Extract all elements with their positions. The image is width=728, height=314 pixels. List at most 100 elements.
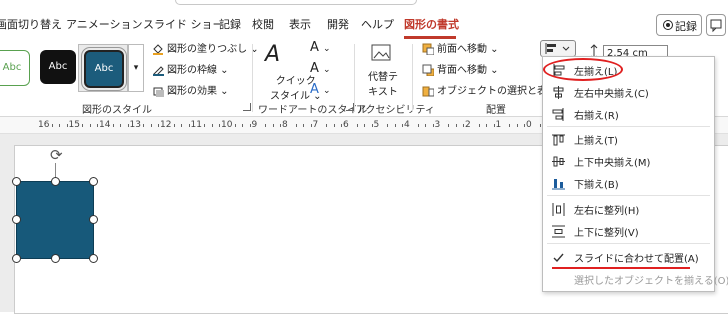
align-dropdown-menu: 左揃え(L) 左右中央揃え(C) 右揃え(R) 上揃え(T) 上下中央揃え(M)… [542, 56, 728, 292]
shape-outline-label: 図形の枠線 [167, 65, 217, 76]
menu-item-distribute-vertical[interactable]: 上下に整列(V) [543, 220, 714, 242]
bring-forward-label: 前面へ移動 [437, 44, 487, 55]
ruler-tick-label: 15 [68, 120, 80, 130]
shape-fill-label: 図形の塗りつぶし [167, 44, 248, 55]
comment-icon [710, 19, 722, 33]
ruler-minor-tick [394, 124, 396, 127]
shape-style-more-button[interactable]: ▾ [128, 44, 144, 92]
selection-pane-icon [422, 86, 434, 97]
ribbon-separator [412, 44, 413, 112]
wordart-launcher-icon[interactable] [346, 103, 354, 111]
ruler-minor-tick [516, 124, 518, 127]
menu-item-align-right[interactable]: 右揃え(R) [543, 103, 714, 125]
record-button-label: 記録 [675, 20, 697, 33]
menu-item-align-middle[interactable]: 上下中央揃え(M) [543, 150, 714, 172]
bring-forward-icon [422, 43, 434, 55]
comments-button[interactable] [706, 14, 726, 36]
shape-effects-label: 図形の効果 [167, 86, 217, 97]
tab-transitions[interactable]: 画面切り替え [0, 16, 62, 32]
tab-animations[interactable]: アニメーション [66, 16, 143, 32]
shape-fill-button[interactable]: 図形の塗りつぶし ⌄ [152, 40, 259, 55]
shape-outline-button[interactable]: 図形の枠線 ⌄ [152, 61, 229, 76]
resize-handle-top-left[interactable] [12, 177, 21, 186]
selection-pane-label: オブジェクトの選択と表示 [437, 86, 557, 97]
text-outline-button[interactable]: A ⌄ [310, 61, 331, 76]
rotate-handle-icon[interactable]: ⟳ [50, 146, 63, 164]
align-middle-icon [552, 156, 565, 167]
text-effects-button[interactable]: A ⌄ [310, 82, 331, 97]
ruler-minor-tick [455, 124, 457, 127]
tab-developer[interactable]: 開発 [327, 16, 349, 32]
shape-style-swatch-black[interactable]: Abc [40, 50, 76, 84]
resize-handle-top-right[interactable] [89, 177, 98, 186]
resize-handle-bottom-left[interactable] [12, 254, 21, 263]
menu-item-label: スライドに合わせて配置(A) [574, 254, 699, 265]
active-tab-indicator [404, 36, 456, 39]
menu-item-align-center[interactable]: 左右中央揃え(C) [543, 81, 714, 103]
shape-styles-launcher-icon[interactable] [243, 103, 251, 111]
menu-item-label: 左右に整列(H) [574, 206, 640, 217]
menu-separator [547, 243, 710, 244]
align-bottom-icon [552, 179, 565, 190]
menu-item-label: 上下中央揃え(M) [574, 158, 651, 169]
ruler-minor-tick [539, 124, 541, 127]
menu-item-label: 上揃え(T) [574, 136, 618, 147]
annotation-underline [552, 267, 690, 269]
bring-forward-button[interactable]: 前面へ移動 ⌄ [422, 40, 499, 55]
ruler-minor-tick [150, 124, 152, 127]
ruler-minor-tick [295, 124, 297, 127]
send-backward-icon [422, 64, 434, 76]
ruler-tick-label: 12 [160, 120, 172, 130]
menu-item-label: 上下に整列(V) [574, 228, 639, 239]
menu-item-align-top[interactable]: 上揃え(T) [543, 128, 714, 150]
ruler-minor-tick [265, 124, 267, 127]
tab-shape-format[interactable]: 図形の書式 [404, 16, 459, 32]
record-button[interactable]: 記録 [656, 14, 702, 36]
ribbon-separator [252, 44, 253, 112]
menu-item-align-to-slide[interactable]: スライドに合わせて配置(A) [543, 246, 714, 268]
tab-help[interactable]: ヘルプ [361, 16, 394, 32]
checkmark-icon [553, 253, 564, 263]
ruler-minor-tick [364, 124, 366, 127]
ruler-minor-tick [112, 124, 114, 127]
send-backward-button[interactable]: 背面へ移動 ⌄ [422, 61, 499, 76]
alt-text-line1: 代替テ [368, 72, 398, 83]
menu-item-label: 左右中央揃え(C) [574, 89, 649, 100]
ruler-tick-label: 16 [38, 120, 50, 130]
text-fill-button[interactable]: A ⌄ [310, 40, 331, 55]
align-top-icon [552, 134, 565, 146]
effects-icon [153, 87, 164, 97]
tab-slideshow[interactable]: スライド ショー [143, 16, 224, 32]
ruler-tick-label: 4 [404, 120, 410, 130]
tab-view[interactable]: 表示 [289, 16, 311, 32]
ruler-minor-tick [356, 124, 358, 127]
shape-effects-button[interactable]: 図形の効果 ⌄ [152, 82, 229, 97]
menu-item-label: 右揃え(R) [574, 111, 619, 122]
align-button[interactable] [540, 40, 576, 57]
ribbon-separator [354, 44, 355, 112]
ruler-tick-label: 1 [495, 120, 502, 130]
menu-item-distribute-horizontal[interactable]: 左右に整列(H) [543, 198, 714, 220]
ruler-minor-tick [82, 124, 84, 127]
resize-handle-top[interactable] [51, 177, 60, 186]
group-label-accessibility: アクセシビリティ [356, 101, 435, 116]
resize-handle-bottom[interactable] [51, 254, 60, 263]
ribbon-tab-bar: 画面切り替え アニメーション スライド ショー 記録 校閲 表示 開発 ヘルプ … [0, 4, 728, 40]
resize-handle-right[interactable] [89, 215, 98, 224]
group-label-accessibility-text: アクセシビリティ [356, 105, 435, 116]
ruler-minor-tick [417, 124, 419, 127]
ruler-tick-label: 0 [526, 120, 532, 130]
shape-style-swatch-outline[interactable]: Abc [0, 50, 30, 86]
resize-handle-left[interactable] [12, 215, 21, 224]
ruler-tick-label: 14 [99, 120, 111, 130]
ruler-tick-label: 3 [434, 120, 441, 130]
menu-item-align-bottom[interactable]: 下揃え(B) [543, 172, 714, 194]
selection-pane-button[interactable]: オブジェクトの選択と表示 [422, 82, 557, 97]
align-icon [545, 43, 570, 54]
alt-text-button[interactable]: 代替テ キスト [368, 68, 398, 98]
selected-rectangle-shape[interactable] [16, 181, 94, 259]
resize-handle-bottom-right[interactable] [89, 254, 98, 263]
tab-record[interactable]: 記録 [219, 16, 241, 32]
shape-style-swatch-blue[interactable]: Abc [81, 47, 127, 91]
tab-review[interactable]: 校閲 [252, 16, 274, 32]
